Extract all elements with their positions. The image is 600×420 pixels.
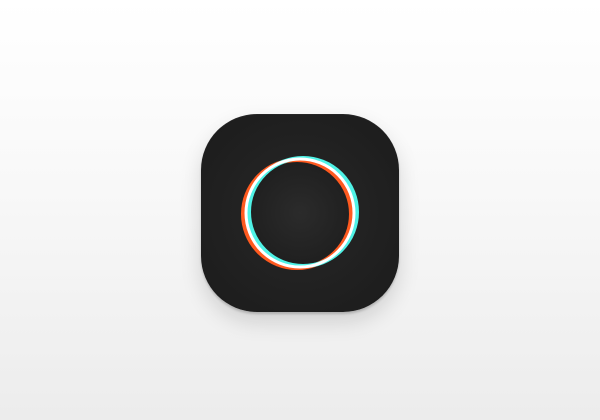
camera-shutter-ring-icon xyxy=(241,156,359,270)
app-icon-tile[interactable] xyxy=(201,114,399,312)
background xyxy=(0,0,600,420)
